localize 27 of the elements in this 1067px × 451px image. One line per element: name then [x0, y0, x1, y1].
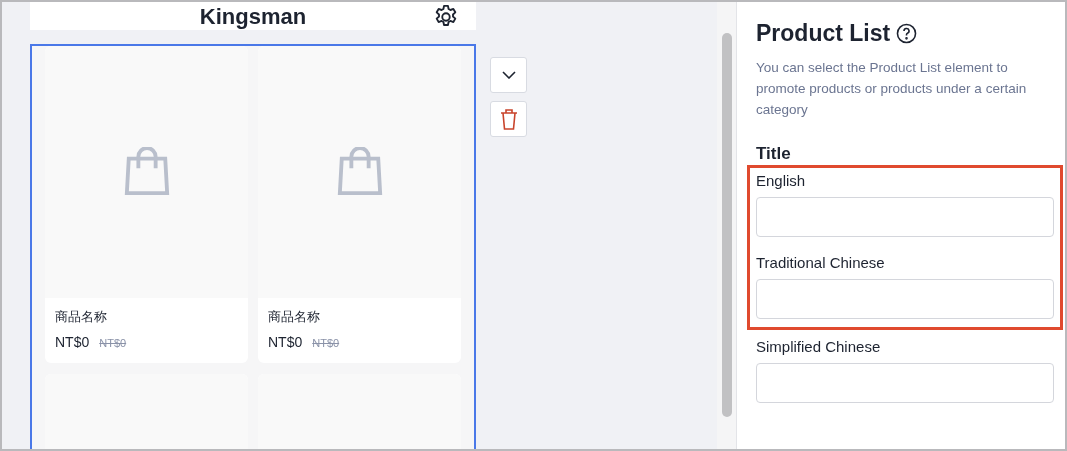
chevron-down-icon — [501, 71, 516, 79]
panel-title: Product List — [756, 20, 891, 47]
product-name: 商品名称 — [55, 308, 108, 326]
input-field[interactable] — [756, 197, 1054, 237]
input-field[interactable] — [756, 279, 1054, 319]
original-price: NT$0 — [312, 337, 340, 349]
input-field[interactable] — [756, 363, 1054, 403]
help-icon[interactable] — [896, 23, 918, 44]
original-price: NT$0 — [99, 337, 127, 349]
panel-description: You can select the Product List element to promote products or products under a certain category — [756, 59, 1028, 119]
scrollbar-thumb[interactable] — [721, 33, 732, 417]
collapse-button[interactable] — [490, 57, 527, 93]
shopping-bag-icon — [335, 147, 384, 197]
product-price: NT$0 — [55, 334, 90, 350]
shopping-bag-icon — [122, 147, 171, 197]
field-label: Traditional Chinese — [756, 254, 886, 271]
product-name: 商品名称 — [268, 308, 321, 326]
section-heading: Title — [756, 144, 792, 164]
store-title: Kingsman — [199, 4, 307, 30]
product-list-block[interactable]: 商品名称 NT$0 NT$0 商品名称 NT$0 NT$0 — [30, 44, 476, 449]
product-card[interactable]: 商品名称 NT$0 NT$0 — [258, 46, 461, 363]
field-label: Simplified Chinese — [756, 338, 882, 355]
field-label: English — [756, 172, 807, 189]
delete-button[interactable] — [490, 101, 527, 137]
product-price: NT$0 — [268, 334, 303, 350]
product-card[interactable]: 商品名称 NT$0 NT$0 — [45, 46, 248, 363]
trash-icon — [499, 108, 518, 130]
